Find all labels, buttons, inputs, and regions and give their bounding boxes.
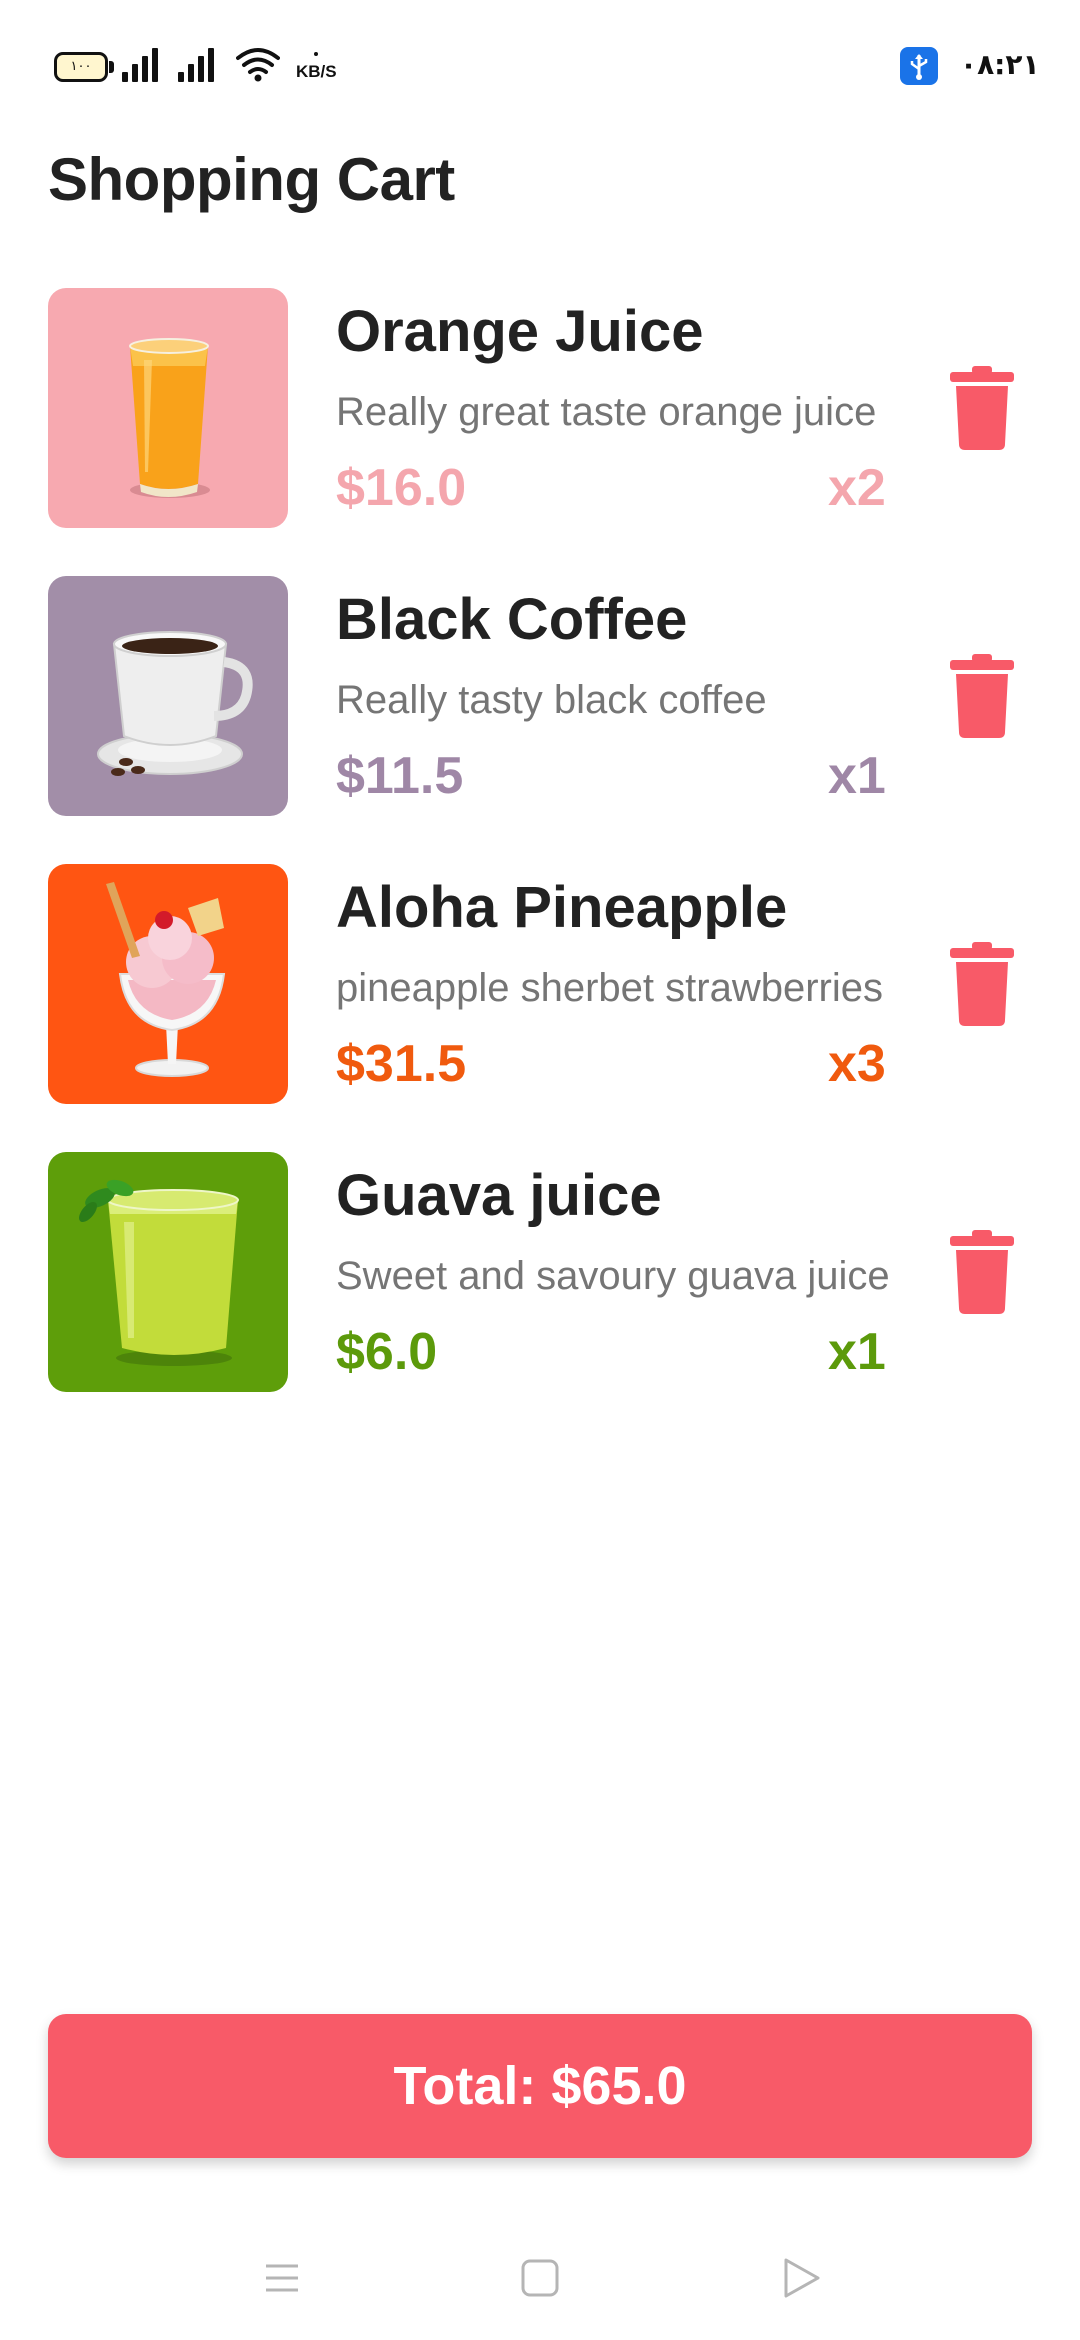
home-square-icon[interactable]: [510, 2248, 570, 2308]
clock: ٠٨:٢١: [960, 48, 1040, 81]
page-title: Shopping Cart: [48, 146, 455, 213]
guava-smoothie-image: [48, 1152, 288, 1392]
item-description: Really tasty black coffee: [336, 678, 767, 722]
item-description: pineapple sherbet strawberries: [336, 966, 883, 1010]
delete-button[interactable]: [950, 1230, 1014, 1314]
wifi-icon: [236, 46, 280, 82]
cart-item: Aloha Pineapple pineapple sherbet strawb…: [0, 864, 1080, 1152]
network-activity-dot: [314, 52, 318, 56]
system-nav-bar: [0, 2220, 1080, 2340]
item-price: $6.0: [336, 1323, 438, 1381]
item-quantity: x1: [828, 747, 886, 805]
usb-icon: [900, 47, 938, 85]
delete-button[interactable]: [950, 654, 1014, 738]
orange-juice-image: [48, 288, 288, 528]
item-name: Orange Juice: [336, 299, 704, 364]
back-triangle-icon[interactable]: [770, 2248, 830, 2308]
item-price: $31.5: [336, 1035, 467, 1093]
trash-icon: [950, 654, 1014, 738]
cart-item: Black Coffee Really tasty black coffee $…: [0, 576, 1080, 864]
delete-button[interactable]: [950, 942, 1014, 1026]
battery-icon: ١٠٠: [54, 52, 114, 82]
trash-icon: [950, 1230, 1014, 1314]
signal-strength-icon: [122, 46, 166, 82]
cart-item: Guava juice Sweet and savoury guava juic…: [0, 1152, 1080, 1440]
cart-item: Orange Juice Really great taste orange j…: [0, 288, 1080, 576]
network-speed-label: KB/S: [296, 62, 337, 81]
item-price: $11.5: [336, 747, 464, 805]
item-quantity: x3: [828, 1035, 886, 1093]
ice-cream-sundae-image: [48, 864, 288, 1104]
item-description: Sweet and savoury guava juice: [336, 1254, 890, 1298]
menu-icon[interactable]: [252, 2248, 312, 2308]
delete-button[interactable]: [950, 366, 1014, 450]
trash-icon: [950, 942, 1014, 1026]
item-name: Aloha Pineapple: [336, 875, 788, 940]
status-bar: ١٠٠ KB/S ٠٨:٢١: [0, 0, 1080, 130]
item-name: Black Coffee: [336, 587, 688, 652]
item-description: Really great taste orange juice: [336, 390, 877, 434]
item-quantity: x2: [828, 459, 886, 517]
coffee-cup-image: [48, 576, 288, 816]
cart-list: Orange Juice Really great taste orange j…: [0, 288, 1080, 1440]
trash-icon: [950, 366, 1014, 450]
signal-strength-icon: [178, 46, 222, 82]
total-button[interactable]: Total: $65.0: [48, 2014, 1032, 2158]
item-price: $16.0: [336, 459, 467, 517]
item-quantity: x1: [828, 1323, 886, 1381]
item-name: Guava juice: [336, 1163, 662, 1228]
